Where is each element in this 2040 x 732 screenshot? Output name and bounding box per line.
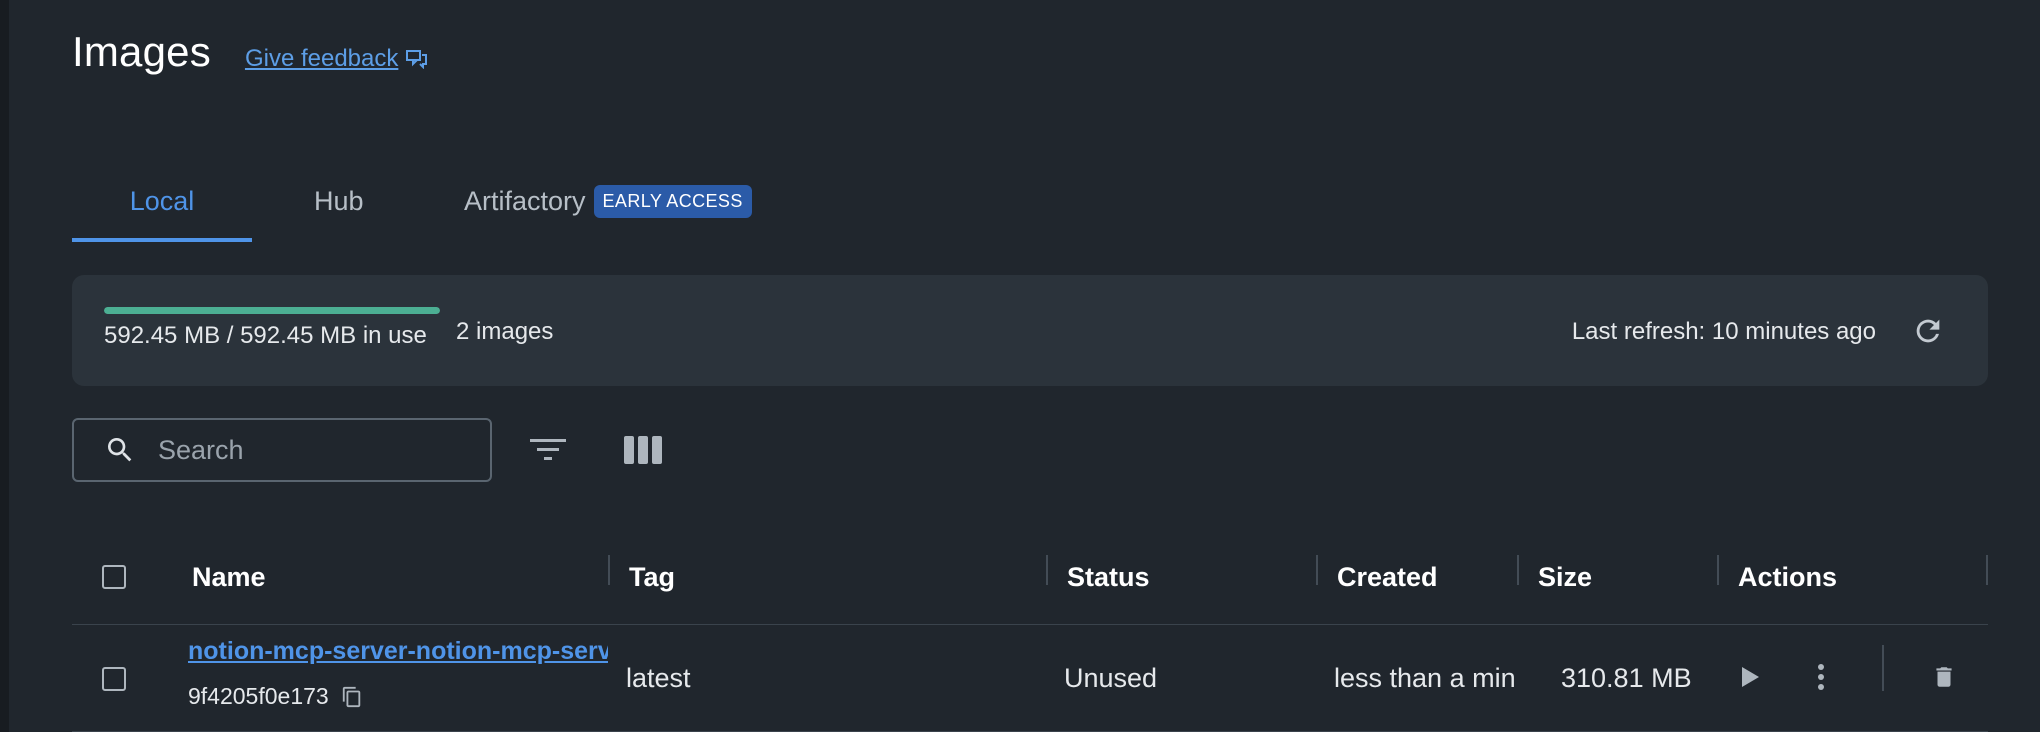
image-status: Unused [1064,663,1158,693]
column-divider[interactable] [1046,555,1048,585]
feedback-icon [406,50,428,69]
column-divider [1986,555,1988,585]
refresh-button[interactable] [1908,311,1948,351]
play-icon [1742,667,1759,687]
column-status[interactable]: Status [1067,530,1150,625]
columns-button[interactable] [619,428,667,472]
early-access-badge: EARLY ACCESS [593,184,752,218]
table-header: Name Tag Status Created Size Actions [72,530,1988,625]
tab-local[interactable]: Local [72,160,252,242]
filter-icon [530,439,566,460]
column-tag[interactable]: Tag [629,530,675,625]
image-tag: latest [626,663,691,693]
table-row[interactable]: notion-mcp-server-notion-mcp-server 9f42… [72,625,1988,732]
more-vertical-icon [1818,664,1824,690]
tab-bar: Local Hub Artifactory EARLY ACCESS [72,160,792,242]
search-icon [104,434,136,466]
image-count: 2 images [456,318,554,345]
column-divider[interactable] [608,555,610,585]
tab-local-label: Local [129,185,195,216]
disk-usage-bar [104,307,440,314]
give-feedback-label: Give feedback [244,45,399,72]
trash-icon [1936,667,1952,687]
copy-icon[interactable] [341,685,363,709]
image-id-text: 9f4205f0e173 [188,683,329,709]
search-box[interactable] [72,418,492,482]
column-divider[interactable] [1316,555,1318,585]
tab-artifactory-label: Artifactory [464,185,586,216]
row-checkbox[interactable] [102,667,126,691]
refresh-icon [1916,319,1940,343]
run-button[interactable] [1730,657,1770,697]
window-left-edge [0,0,9,732]
filter-button[interactable] [524,428,572,472]
select-all-checkbox[interactable] [102,565,126,589]
last-refresh-text: Last refresh: 10 minutes ago [1571,318,1876,345]
images-table: Name Tag Status Created Size Actions not… [72,530,1988,732]
page-title: Images [72,28,211,75]
image-name-link[interactable]: notion-mcp-server-notion-mcp-server [188,637,608,666]
column-size[interactable]: Size [1538,530,1592,625]
tab-artifactory[interactable]: Artifactory EARLY ACCESS [464,160,752,242]
search-input[interactable] [158,434,458,466]
images-page: Images Give feedback Local Hub Artifacto… [72,0,1988,732]
tab-hub-label: Hub [314,185,364,216]
image-size: 310.81 MB [1561,663,1692,693]
image-id: 9f4205f0e173 [188,683,363,710]
column-created[interactable]: Created [1337,530,1438,625]
tab-hub[interactable]: Hub [314,160,364,242]
columns-icon [624,436,662,464]
disk-usage-summary: 592.45 MB / 592.45 MB in use 2 images La… [72,275,1988,386]
disk-usage-fill [104,307,440,314]
disk-usage-text: 592.45 MB / 592.45 MB in use [104,322,427,349]
column-name[interactable]: Name [192,530,266,625]
actions-divider [1882,645,1884,691]
image-created: less than a minute ago [1334,663,1516,693]
delete-button[interactable] [1924,657,1964,697]
more-actions-button[interactable] [1801,657,1841,697]
column-divider[interactable] [1517,555,1519,585]
give-feedback-link[interactable]: Give feedback [245,45,428,73]
column-divider[interactable] [1717,555,1719,585]
column-actions: Actions [1738,562,1838,592]
active-tab-indicator [72,238,252,242]
page-header: Images Give feedback [72,28,428,76]
